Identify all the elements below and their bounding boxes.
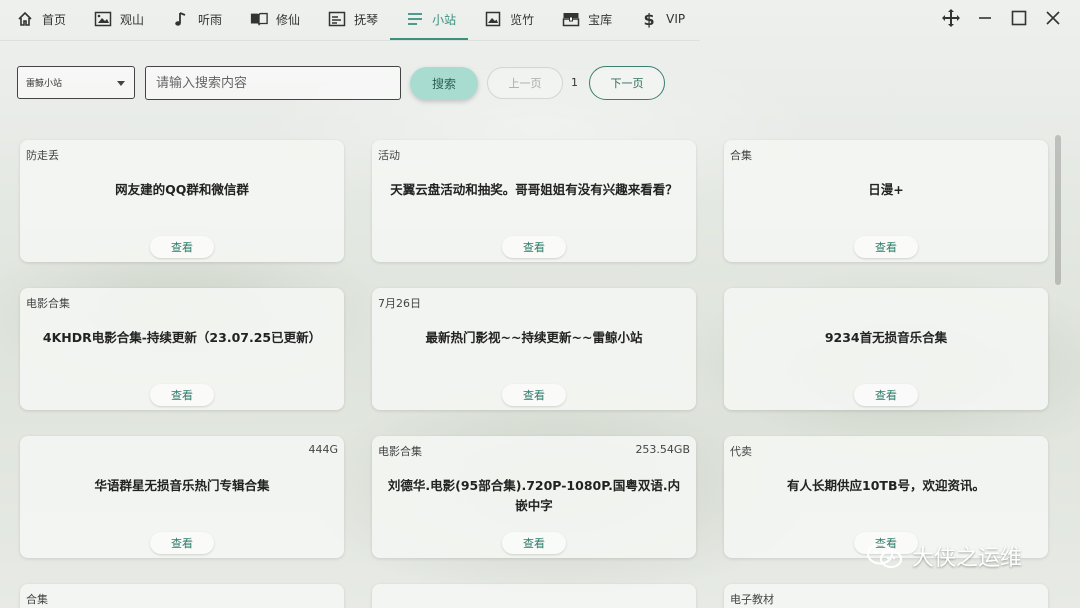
page-number: 1 — [571, 76, 578, 89]
card-tag: 防走丢 — [26, 149, 59, 162]
nav-item-xiuxian[interactable]: 修仙 — [234, 0, 312, 38]
nav-item-label: VIP — [666, 12, 686, 26]
image-frame-icon — [94, 10, 112, 28]
move-icon[interactable] — [934, 6, 968, 30]
nav-divider — [0, 40, 700, 41]
card-title: 日漫+ — [868, 182, 904, 197]
card-tag: 电影合集 — [26, 297, 70, 310]
nav-item-home[interactable]: 首页 — [0, 0, 78, 38]
resource-card: 电影合集 253.54GB 刘德华.电影(95部合集).720P-1080P.国… — [372, 436, 696, 558]
resource-card: 防走丢 网友建的QQ群和微信群 查看 — [20, 140, 344, 262]
book-icon — [250, 10, 268, 28]
picture-icon — [484, 10, 502, 28]
nav-item-label: 首页 — [42, 12, 67, 27]
card-tag: 代卖 — [730, 445, 752, 458]
close-icon[interactable] — [1036, 6, 1070, 30]
card-title: 华语群星无损音乐热门专辑合集 — [94, 478, 270, 493]
search-button[interactable]: 搜索 — [410, 67, 478, 100]
nav-item-xiaozhan[interactable]: 小站 — [390, 0, 469, 40]
resource-card: 合集 — [20, 584, 344, 608]
prev-page-button[interactable]: 上一页 — [487, 67, 563, 99]
top-bar: 首页 观山 听雨 修仙 抚琴 小站 览竹 宝库 $ VIP — [0, 0, 1080, 41]
nav-item-label: 宝库 — [588, 12, 613, 27]
resource-card: 9234首无损音乐合集 查看 — [724, 288, 1048, 410]
card-title: 有人长期供应10TB号，欢迎资讯。 — [787, 478, 985, 493]
card-title: 9234首无损音乐合集 — [824, 330, 948, 345]
view-button[interactable]: 查看 — [150, 384, 214, 406]
card-title: 4KHDR电影合集-持续更新（23.07.25已更新） — [42, 330, 322, 345]
nav-item-baoku[interactable]: 宝库 — [546, 0, 624, 38]
view-button[interactable]: 查看 — [854, 236, 918, 258]
maximize-icon[interactable] — [1002, 6, 1036, 30]
music-note-icon — [172, 10, 190, 28]
card-size: 444G — [308, 443, 338, 456]
window-controls — [934, 6, 1070, 30]
resource-card: 7月26日 最新热门影视~~持续更新~~雷鲸小站 查看 — [372, 288, 696, 410]
resource-card: 444G 华语群星无损音乐热门专辑合集 查看 — [20, 436, 344, 558]
nav-item-label: 修仙 — [276, 12, 301, 27]
nav-item-fuqin[interactable]: 抚琴 — [312, 0, 390, 38]
chevron-down-icon — [117, 81, 125, 86]
nav-item-tingyu[interactable]: 听雨 — [156, 0, 234, 38]
card-size: 253.54GB — [635, 443, 690, 456]
card-tag: 合集 — [26, 593, 48, 606]
resource-card: 电子教材 — [724, 584, 1048, 608]
nav-item-label: 小站 — [432, 12, 457, 27]
next-page-button[interactable]: 下一页 — [589, 66, 665, 100]
watermark: 大侠之运维 — [866, 540, 1022, 572]
resource-card — [372, 584, 696, 608]
resource-card: 合集 日漫+ 查看 — [724, 140, 1048, 262]
nav-item-lanzhu[interactable]: 览竹 — [468, 0, 546, 38]
view-button[interactable]: 查看 — [150, 236, 214, 258]
card-title: 天翼云盘活动和抽奖。哥哥姐姐有没有兴趣来看看？ — [390, 182, 678, 197]
source-select-value: 雷鲸小站 — [26, 79, 63, 89]
home-icon — [16, 10, 34, 28]
view-button[interactable]: 查看 — [502, 384, 566, 406]
minimize-icon[interactable] — [968, 6, 1002, 30]
source-select[interactable]: 雷鲸小站 — [17, 66, 135, 99]
scrollbar-thumb[interactable] — [1055, 135, 1061, 285]
nav-item-vip[interactable]: $ VIP — [624, 0, 697, 38]
wechat-icon — [867, 543, 902, 568]
menu-lines-icon — [406, 10, 424, 28]
nav-item-label: 览竹 — [510, 12, 535, 27]
card-tag: 7月26日 — [378, 297, 421, 310]
dollar-icon: $ — [643, 9, 655, 29]
resource-card: 活动 天翼云盘活动和抽奖。哥哥姐姐有没有兴趣来看看？ 查看 — [372, 140, 696, 262]
view-button[interactable]: 查看 — [854, 384, 918, 406]
view-button[interactable]: 查看 — [150, 532, 214, 554]
resource-card: 电影合集 4KHDR电影合集-持续更新（23.07.25已更新） 查看 — [20, 288, 344, 410]
view-button[interactable]: 查看 — [502, 532, 566, 554]
card-title: 刘德华.电影(95部合集).720P-1080P.国粤双语.内嵌中字 — [387, 478, 681, 513]
view-button[interactable]: 查看 — [502, 236, 566, 258]
nav-item-guanshan[interactable]: 观山 — [78, 0, 156, 38]
search-input[interactable] — [145, 66, 401, 100]
nav-item-label: 观山 — [120, 12, 145, 27]
nav-item-label: 听雨 — [198, 12, 223, 27]
nav-item-label: 抚琴 — [354, 12, 379, 27]
treasure-box-icon — [562, 10, 580, 28]
card-tag: 电影合集 — [378, 445, 422, 458]
list-box-icon — [328, 10, 346, 28]
main-nav: 首页 观山 听雨 修仙 抚琴 小站 览竹 宝库 $ VIP — [0, 0, 697, 40]
card-tag: 活动 — [378, 149, 400, 162]
card-title: 网友建的QQ群和微信群 — [115, 182, 249, 197]
card-tag: 电子教材 — [730, 593, 774, 606]
card-tag: 合集 — [730, 149, 752, 162]
card-title: 最新热门影视~~持续更新~~雷鲸小站 — [425, 330, 643, 345]
watermark-text: 大侠之运维 — [912, 546, 1023, 571]
